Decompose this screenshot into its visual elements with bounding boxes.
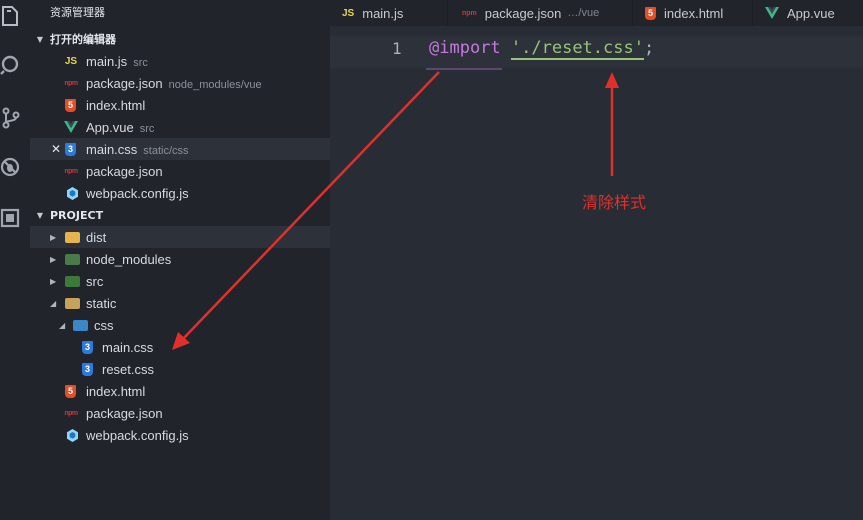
javascript-file-icon: JS [64, 55, 78, 67]
folder-name: node_modules [86, 251, 172, 267]
file-path: src [139, 122, 155, 135]
tab-index-html[interactable]: 5 index.html [633, 0, 753, 26]
tree-folder-node-modules[interactable]: ▶ node_modules [30, 248, 330, 270]
open-folder-icon [65, 297, 80, 309]
tab-main-js[interactable]: JS main.js [330, 0, 448, 26]
css3-file-icon: 3 [82, 362, 93, 376]
css3-file-icon: 3 [82, 340, 93, 354]
expanded-chevron-icon: ◢ [50, 298, 57, 308]
npm-file-icon: npm [64, 167, 78, 175]
folder-name: static [86, 295, 117, 311]
javascript-file-icon: JS [342, 7, 355, 19]
file-path: node_modules/vue [168, 78, 262, 91]
annotation-label: 清除样式 [582, 193, 647, 212]
semicolon: ; [643, 38, 655, 58]
open-editor-item[interactable]: 5 index.html [30, 94, 330, 116]
tab-label: App.vue [787, 5, 835, 21]
open-editor-item[interactable]: JS main.js src [30, 50, 330, 72]
npm-file-icon: npm [64, 79, 78, 87]
editor-tab-bar: JS main.js npm package.json …/vue 5 inde… [330, 0, 863, 26]
keyword-underline [426, 68, 502, 70]
explorer-icon[interactable] [0, 3, 22, 29]
file-name: main.css [86, 141, 138, 157]
css3-file-icon: 3 [65, 142, 76, 156]
source-control-icon[interactable] [0, 105, 22, 131]
file-name: package.json [86, 75, 163, 91]
tab-path: …/vue [567, 7, 600, 19]
code-editor[interactable]: 1 @import './reset.css'; [330, 26, 863, 520]
file-name: reset.css [102, 361, 155, 377]
expand-chevron-icon: ▶ [50, 232, 57, 242]
expanded-chevron-icon: ◢ [59, 320, 66, 330]
tree-folder-static[interactable]: ◢ static [30, 292, 330, 314]
project-header[interactable]: ▼ PROJECT [30, 206, 330, 224]
tree-folder-css[interactable]: ◢ css [30, 314, 330, 336]
explorer-title: 资源管理器 [50, 6, 105, 19]
file-name: index.html [86, 383, 146, 399]
folder-name: src [86, 273, 104, 289]
explorer-sidebar: 资源管理器 ▼ 打开的编辑器 JS main.js src npm package… [30, 0, 330, 520]
tree-file-package-json[interactable]: npm package.json [30, 402, 330, 424]
file-name: package.json [86, 163, 163, 179]
search-icon[interactable] [0, 52, 22, 78]
project-label: PROJECT [50, 208, 104, 222]
line-number: 1 [392, 39, 402, 58]
open-editor-item[interactable]: App.vue src [30, 116, 330, 138]
expand-chevron-icon: ▶ [50, 276, 57, 286]
source-folder-icon [65, 275, 80, 287]
tree-file-reset-css[interactable]: 3 reset.css [30, 358, 330, 380]
node-folder-icon [65, 253, 80, 265]
open-editors-label: 打开的编辑器 [50, 33, 116, 46]
file-name: package.json [86, 405, 163, 421]
npm-file-icon: npm [462, 9, 477, 17]
file-name: index.html [86, 97, 146, 113]
folder-icon [65, 231, 80, 243]
activity-bar [0, 0, 30, 520]
html5-file-icon: 5 [65, 384, 76, 398]
file-name: webpack.config.js [86, 185, 189, 201]
file-name: App.vue [86, 119, 134, 135]
debug-icon[interactable] [0, 154, 22, 180]
vue-file-icon [765, 7, 779, 19]
open-editor-item[interactable]: npm package.json [30, 160, 330, 182]
tab-label: main.js [362, 5, 404, 21]
tree-file-webpack-config[interactable]: webpack.config.js [30, 424, 330, 446]
close-icon[interactable]: ✕ [51, 142, 61, 156]
webpack-file-icon [65, 428, 79, 442]
file-name: webpack.config.js [86, 427, 189, 443]
expand-chevron-icon: ▶ [50, 254, 57, 264]
folder-name: css [94, 317, 114, 333]
tree-folder-dist[interactable]: ▶ dist [30, 226, 330, 248]
tab-label: index.html [664, 5, 724, 21]
file-name: main.js [86, 53, 128, 69]
tree-file-main-css[interactable]: 3 main.css [30, 336, 330, 358]
webpack-file-icon [65, 186, 79, 200]
file-name: main.css [102, 339, 154, 355]
css-folder-icon [73, 319, 88, 331]
import-keyword: @import [429, 38, 501, 58]
extensions-icon[interactable] [0, 205, 22, 231]
folder-name: dist [86, 229, 107, 245]
tab-label: package.json [484, 5, 562, 21]
collapse-chevron-icon: ▼ [36, 34, 44, 44]
collapse-chevron-icon: ▼ [36, 210, 44, 220]
open-editor-item-active[interactable]: ✕ 3 main.css static/css [30, 138, 330, 160]
open-editors-header[interactable]: ▼ 打开的编辑器 [30, 30, 330, 48]
tab-package-json[interactable]: npm package.json …/vue [448, 0, 633, 26]
tree-file-index-html[interactable]: 5 index.html [30, 380, 330, 402]
html5-file-icon: 5 [645, 6, 656, 20]
npm-file-icon: npm [64, 409, 78, 417]
tree-folder-src[interactable]: ▶ src [30, 270, 330, 292]
tab-app-vue[interactable]: App.vue [753, 0, 863, 26]
html5-file-icon: 5 [65, 98, 76, 112]
file-path: static/css [143, 144, 189, 157]
file-path: src [133, 56, 148, 69]
open-editor-item[interactable]: webpack.config.js [30, 182, 330, 204]
import-path-string: './reset.css' [510, 38, 644, 60]
vue-file-icon [64, 120, 78, 134]
open-editor-item[interactable]: npm package.json node_modules/vue [30, 72, 330, 94]
code-line[interactable]: @import './reset.css'; [429, 38, 655, 60]
